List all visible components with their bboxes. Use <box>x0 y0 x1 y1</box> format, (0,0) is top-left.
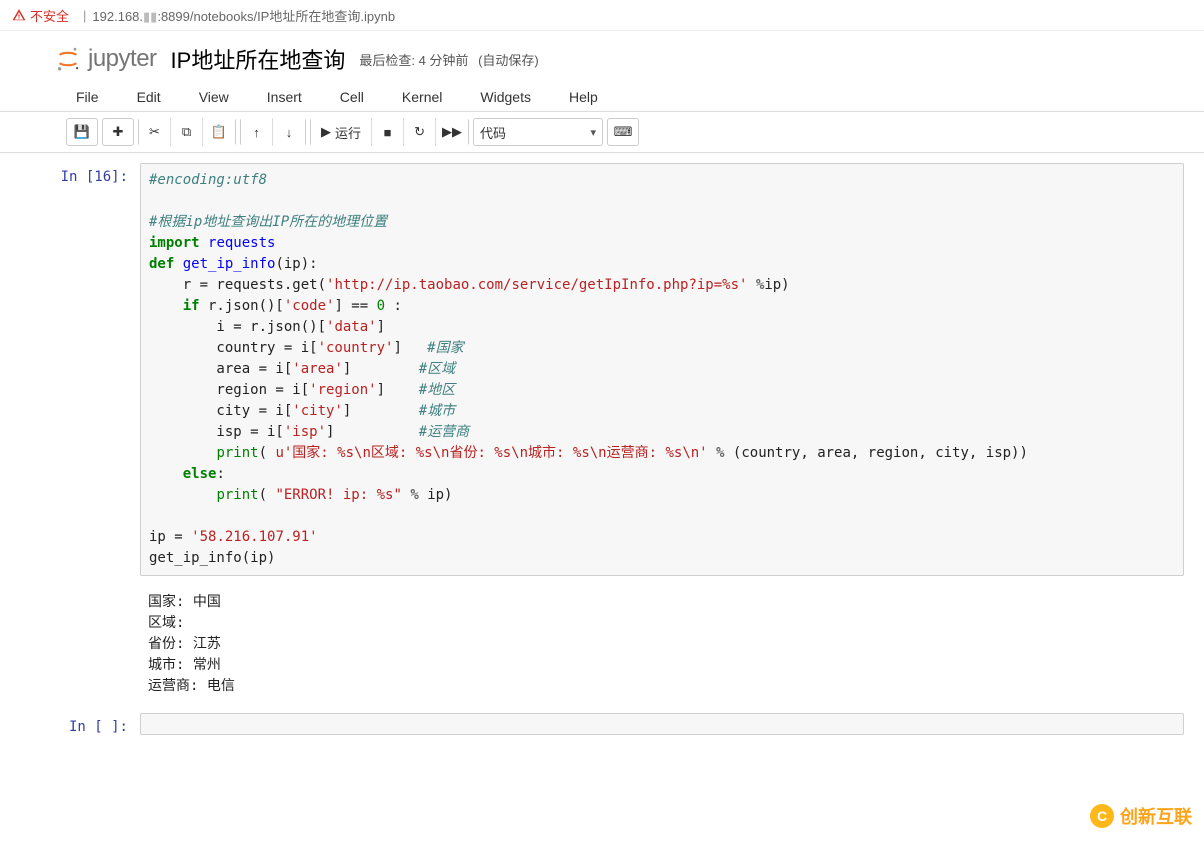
menu-file[interactable]: File <box>76 89 99 105</box>
code-input-area[interactable] <box>140 713 1184 735</box>
code-cell: In [ ]: <box>20 713 1184 735</box>
arrow-up-icon: ↑ <box>253 125 260 140</box>
output-prompt <box>20 586 140 703</box>
code-cell: In [16]:#encoding:utf8 #根据ip地址查询出IP所在的地理… <box>20 163 1184 576</box>
input-prompt: In [ ]: <box>20 713 140 735</box>
stop-icon: ■ <box>384 125 392 140</box>
cell-type-select[interactable]: 代码 <box>473 118 603 146</box>
output-area: 国家: 中国 区域: 省份: 江苏 城市: 常州 运营商: 电信 <box>140 586 1184 703</box>
menu-bar: File Edit View Insert Cell Kernel Widget… <box>0 83 1204 112</box>
restart-button[interactable]: ↻ <box>404 118 436 146</box>
copy-icon: ⧉ <box>182 124 191 140</box>
url-text[interactable]: 192.168.▮▮:8899/notebooks/IP地址所在地查询.ipyn… <box>92 6 395 25</box>
jupyter-logo[interactable]: jupyter <box>54 45 157 73</box>
move-up-button[interactable]: ↑ <box>241 118 273 146</box>
save-icon: 💾 <box>74 124 90 140</box>
notebook-header: jupyter IP地址所在地查询 最后检查: 4 分钟前 (自动保存) <box>0 31 1204 83</box>
arrow-down-icon: ↓ <box>286 125 293 140</box>
security-label: 不安全 <box>30 6 69 25</box>
keyboard-icon: ⌨ <box>614 124 633 140</box>
move-down-button[interactable]: ↓ <box>273 118 305 146</box>
cut-copy-paste-group: ✂ ⧉ 📋 <box>138 118 236 146</box>
restart-icon: ↻ <box>414 124 425 140</box>
insert-cell-below-button[interactable]: ✚ <box>102 118 134 146</box>
run-label: 运行 <box>335 123 361 142</box>
command-palette-button[interactable]: ⌨ <box>607 118 639 146</box>
save-button[interactable]: 💾 <box>66 118 98 146</box>
warning-icon <box>12 8 26 22</box>
menu-view[interactable]: View <box>199 89 229 105</box>
input-prompt: In [16]: <box>20 163 140 576</box>
plus-icon: ✚ <box>113 124 124 140</box>
run-group: ▶运行 ■ ↻ ▶▶ <box>310 118 469 146</box>
paste-icon: 📋 <box>211 124 227 140</box>
jupyter-page: jupyter IP地址所在地查询 最后检查: 4 分钟前 (自动保存) Fil… <box>0 30 1204 765</box>
interrupt-button[interactable]: ■ <box>372 118 404 146</box>
watermark: C 创新互联 <box>1090 803 1192 829</box>
menu-insert[interactable]: Insert <box>267 89 302 105</box>
watermark-icon: C <box>1090 804 1114 828</box>
fast-forward-icon: ▶▶ <box>442 124 462 140</box>
restart-run-all-button[interactable]: ▶▶ <box>436 118 468 146</box>
menu-edit[interactable]: Edit <box>137 89 161 105</box>
menu-widgets[interactable]: Widgets <box>480 89 531 105</box>
watermark-text: 创新互联 <box>1120 803 1192 829</box>
output-cell: 国家: 中国 区域: 省份: 江苏 城市: 常州 运营商: 电信 <box>20 586 1184 703</box>
cut-button[interactable]: ✂ <box>139 118 171 146</box>
copy-button[interactable]: ⧉ <box>171 118 203 146</box>
scissors-icon: ✂ <box>149 124 160 140</box>
move-cell-group: ↑ ↓ <box>240 118 306 146</box>
jupyter-logo-text: jupyter <box>88 45 157 73</box>
security-warning: 不安全 <box>12 6 69 25</box>
menu-help[interactable]: Help <box>569 89 598 105</box>
menu-kernel[interactable]: Kernel <box>402 89 442 105</box>
play-icon: ▶ <box>321 124 331 140</box>
notebook-name[interactable]: IP地址所在地查询 <box>171 43 346 75</box>
paste-button[interactable]: 📋 <box>203 118 235 146</box>
code-input-area[interactable]: #encoding:utf8 #根据ip地址查询出IP所在的地理位置 impor… <box>140 163 1184 576</box>
browser-address-bar: 不安全 | 192.168.▮▮:8899/notebooks/IP地址所在地查… <box>0 0 1204 30</box>
vbar-separator: | <box>83 8 86 23</box>
menu-cell[interactable]: Cell <box>340 89 364 105</box>
toolbar: 💾 ✚ ✂ ⧉ 📋 ↑ ↓ ▶运行 ■ ↻ ▶▶ 代码 ⌨ <box>0 112 1204 153</box>
run-button[interactable]: ▶运行 <box>311 118 372 146</box>
jupyter-logo-icon <box>54 45 82 73</box>
last-checkpoint: 最后检查: 4 分钟前 (自动保存) <box>359 50 538 69</box>
notebook-area: In [16]:#encoding:utf8 #根据ip地址查询出IP所在的地理… <box>0 153 1204 765</box>
